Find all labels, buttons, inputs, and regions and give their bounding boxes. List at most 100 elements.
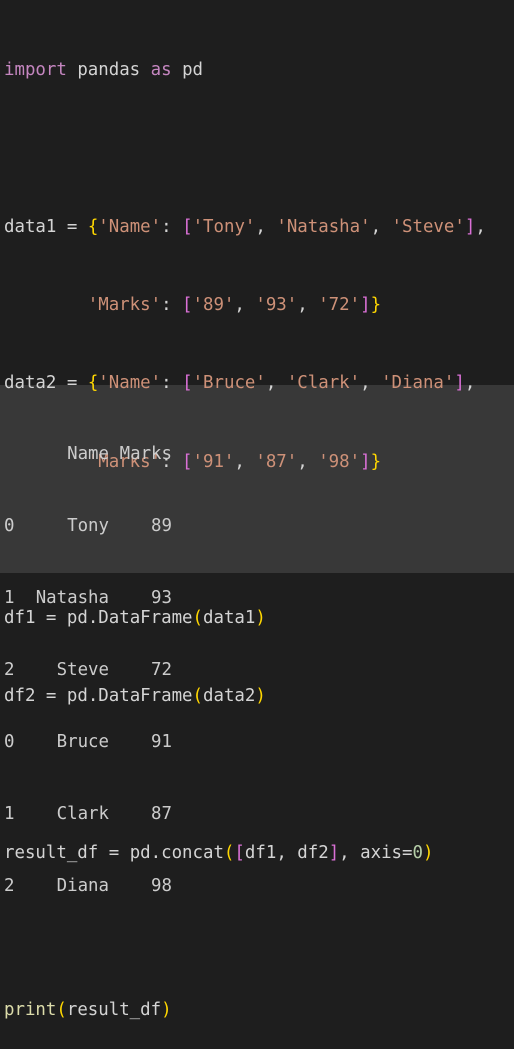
- bracket: ]: [454, 373, 465, 394]
- string: 'Clark': [286, 373, 361, 394]
- string: 'Tony': [192, 216, 256, 237]
- paren: ): [422, 843, 434, 863]
- cell-name: Steve: [56, 660, 109, 680]
- bracket: ]: [328, 843, 340, 863]
- op: =: [108, 843, 120, 863]
- arg: data2: [203, 686, 256, 707]
- call: pd.concat: [129, 843, 224, 863]
- string: 'Name': [98, 216, 162, 237]
- bracket: ]: [464, 216, 476, 237]
- brace: }: [370, 295, 382, 316]
- string: 'Marks': [87, 295, 162, 316]
- bracket: ]: [360, 295, 371, 316]
- string: '87': [255, 451, 298, 472]
- bracket: ]: [360, 451, 371, 472]
- output-row: 2 Steve 72: [4, 658, 514, 682]
- paren: ): [255, 608, 266, 629]
- bracket: [: [234, 843, 245, 863]
- arg: result_df: [66, 999, 162, 1020]
- cell-marks: 72: [151, 660, 172, 680]
- string: 'Steve': [391, 216, 465, 237]
- code-line-import: import pandas as pd: [4, 57, 514, 83]
- cell-marks: 87: [151, 804, 172, 824]
- string: 'Bruce': [192, 373, 266, 394]
- brace: {: [87, 373, 99, 394]
- code-editor[interactable]: import pandas as pd data1 = {'Name': ['T…: [0, 0, 514, 1020]
- arg: data1: [203, 608, 256, 629]
- bracket: [: [182, 216, 193, 237]
- code-line-df2: df2 = pd.DataFrame(data2): [4, 683, 514, 709]
- index-header: [4, 442, 25, 466]
- op: =: [402, 843, 413, 863]
- brace: }: [370, 451, 382, 472]
- cell-name: Tony: [67, 516, 109, 536]
- column-header-marks: Marks: [119, 444, 172, 464]
- number: 0: [412, 843, 423, 863]
- kwarg: axis: [360, 843, 403, 863]
- string: 'Natasha': [276, 216, 371, 237]
- paren: (: [223, 843, 235, 863]
- brace: {: [87, 216, 99, 237]
- cell-marks: 89: [151, 516, 172, 536]
- string: '98': [318, 451, 361, 472]
- call: pd.DataFrame: [66, 608, 193, 629]
- output-panel: Name Marks 0 Tony 89 1 Natasha 93 2 Steve 72 0…: [0, 385, 514, 896]
- column-header-name: Name: [67, 444, 109, 464]
- paren: ): [255, 686, 266, 707]
- keyword-as: as: [150, 60, 172, 81]
- output-row: 0 Tony 89: [4, 514, 514, 538]
- code-line-print: print(result_df): [4, 997, 514, 1023]
- row-index: 2: [4, 660, 15, 680]
- string: 'Diana': [381, 373, 455, 394]
- cell-name: Bruce: [56, 732, 109, 752]
- module-name: pandas: [77, 60, 141, 81]
- bracket: [: [182, 451, 193, 472]
- string: 'Name': [98, 373, 162, 394]
- output-row: 0 Bruce 91: [4, 730, 514, 754]
- row-index: 2: [4, 876, 15, 896]
- op: =: [66, 373, 78, 394]
- arg: df2: [297, 843, 329, 863]
- row-index: 0: [4, 732, 15, 752]
- paren: (: [56, 999, 67, 1020]
- cell-marks: 91: [151, 732, 172, 752]
- output-row: 2 Diana 98: [4, 874, 514, 898]
- paren: (: [192, 686, 203, 707]
- builtin-print: print: [4, 999, 57, 1020]
- bracket: [: [182, 295, 193, 316]
- string: '72': [318, 295, 361, 316]
- var-df2: df2: [4, 686, 36, 707]
- row-index: 1: [4, 804, 15, 824]
- code-line-data1-marks: 'Marks': ['89', '93', '72']}: [87, 295, 382, 316]
- cell-marks: 98: [151, 876, 172, 896]
- op: =: [45, 686, 57, 707]
- var-df1: df1: [4, 608, 36, 629]
- var-data2: data2: [4, 373, 57, 394]
- paren: (: [192, 608, 203, 629]
- row-index: 1: [4, 588, 15, 608]
- arg: df1: [244, 843, 277, 863]
- alias-name: pd: [182, 60, 204, 81]
- keyword-import: import: [4, 60, 67, 81]
- cell-name: Natasha: [35, 588, 109, 608]
- code-line-concat: result_df = pd.concat([df1, df2], axis=0…: [4, 843, 434, 863]
- op: =: [66, 216, 78, 237]
- cell-marks: 93: [151, 588, 172, 608]
- cell-name: Clark: [56, 804, 109, 824]
- op: =: [45, 608, 57, 629]
- paren: ): [161, 999, 172, 1020]
- string: '91': [192, 451, 235, 472]
- cell-name: Diana: [56, 876, 109, 896]
- string: '93': [255, 295, 298, 316]
- bracket: [: [182, 373, 193, 394]
- call: pd.DataFrame: [66, 686, 193, 707]
- var-result: result_df: [4, 843, 99, 863]
- var-data1: data1: [4, 216, 57, 237]
- row-index: 0: [4, 516, 15, 536]
- code-line-data2: data2 = {'Name': ['Bruce', 'Clark', 'Dia…: [4, 373, 476, 394]
- code-line-data1: data1 = {'Name': ['Tony', 'Natasha', 'St…: [4, 216, 486, 237]
- string: '89': [192, 295, 235, 316]
